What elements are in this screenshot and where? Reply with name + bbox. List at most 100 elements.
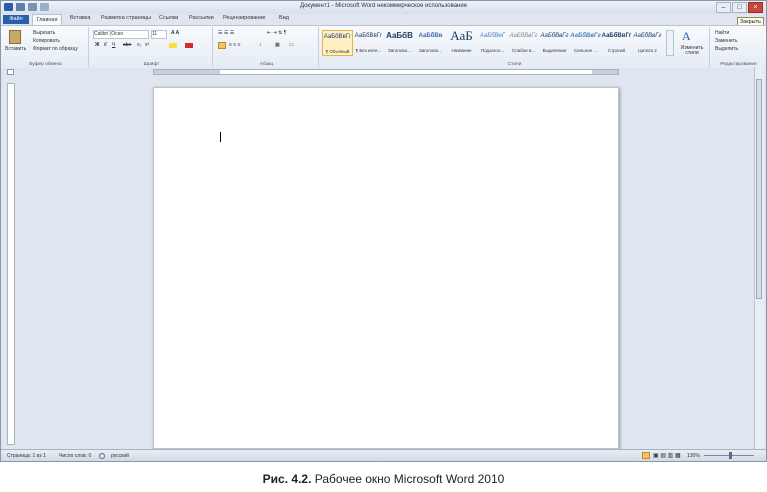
style-label: Строгий <box>608 48 625 53</box>
style-emphasis[interactable]: АаБбВвГг Выделение <box>539 30 570 56</box>
clipboard-group-label: Буфер обмена <box>29 62 62 67</box>
style-sample: АаБбВвГг <box>601 33 632 39</box>
grow-font-icon[interactable]: A A <box>171 30 179 36</box>
proofing-icon[interactable] <box>99 453 105 459</box>
paste-icon[interactable] <box>9 30 21 44</box>
style-strong[interactable]: АаБбВвГг Строгий <box>601 30 632 56</box>
style-normal[interactable]: АаБбВвГг ¶ Обычный <box>322 30 353 56</box>
font-size-select[interactable]: 11 <box>151 30 167 39</box>
style-subtle-emphasis[interactable]: АаБбВвГг Слабое в... <box>508 30 539 56</box>
tab-home[interactable]: Главная <box>32 14 62 25</box>
zoom-level[interactable]: 130% <box>687 453 700 459</box>
word-count[interactable]: Число слов: 0 <box>59 453 91 459</box>
tab-page-layout[interactable]: Разметка страницы <box>101 15 151 21</box>
close-button[interactable]: × <box>748 2 763 13</box>
styles-group: АаБбВвГг ¶ Обычный АаБбВвГг ¶ Без инте..… <box>320 27 710 67</box>
vertical-scrollbar[interactable] <box>754 67 764 455</box>
tab-selector-icon[interactable] <box>7 69 14 75</box>
borders-icon[interactable]: ▭ <box>289 42 294 48</box>
tab-review[interactable]: Рецензирование <box>223 15 265 21</box>
indent-icon[interactable]: ⇤ ⇥ ⇅ ¶ <box>267 30 286 36</box>
style-label: ¶ Без инте... <box>355 48 382 53</box>
window-title: Документ1 - Microsoft Word некоммерческо… <box>299 3 468 9</box>
font-color-icon[interactable] <box>185 43 193 48</box>
style-label: Сильное ... <box>573 48 598 53</box>
zoom-slider-thumb[interactable] <box>729 452 732 459</box>
strikethrough-button[interactable]: abe <box>123 42 131 48</box>
select-button[interactable]: Выделить <box>715 46 738 52</box>
align-left-icon[interactable] <box>218 42 226 49</box>
minimize-button[interactable]: – <box>716 2 731 13</box>
line-spacing-icon[interactable]: ↕ <box>259 42 262 48</box>
page-count[interactable]: Страница: 1 из 1 <box>7 453 46 459</box>
style-sample: АаБбВвГг <box>323 34 352 40</box>
style-intense-emphasis[interactable]: АаБбВвГг Сильное ... <box>570 30 601 56</box>
view-buttons-icon[interactable]: ▣ ▤ ▥ ▦ <box>653 452 681 459</box>
style-label: Заголово... <box>419 48 442 53</box>
style-quote-2[interactable]: АаБбВвГг Цитата 2 <box>632 30 663 56</box>
language-indicator[interactable]: русский <box>111 453 129 459</box>
ribbon-tabs: Файл Главная Вставка Разметка страницы С… <box>1 14 766 25</box>
underline-button[interactable]: Ч <box>112 42 115 48</box>
style-sample: АаБбВв <box>418 33 443 39</box>
styles-scroll-icon[interactable] <box>666 30 674 56</box>
find-button[interactable]: Найти <box>715 30 729 36</box>
bold-button[interactable]: Ж <box>95 42 100 48</box>
font-group-label: Шрифт <box>143 62 160 67</box>
horizontal-ruler[interactable] <box>153 69 619 75</box>
editing-group: Найти Заменить Выделить Редактирование <box>711 27 766 67</box>
tab-mailings[interactable]: Рассылки <box>189 15 214 21</box>
italic-button[interactable]: К <box>104 42 107 48</box>
change-styles-icon[interactable]: A <box>682 29 691 44</box>
clipboard-group: Вставить Вырезать Копировать Формат по о… <box>3 27 89 67</box>
format-painter-button[interactable]: Формат по образцу <box>33 46 78 52</box>
style-label: Слабое в... <box>511 48 536 53</box>
cut-button[interactable]: Вырезать <box>33 30 55 36</box>
style-sample: АаБбВвГг <box>354 33 383 39</box>
ruler-bar <box>1 68 766 76</box>
paragraph-group-label: Абзац <box>259 62 274 67</box>
style-sample: АаБ <box>450 28 473 43</box>
style-no-spacing[interactable]: АаБбВвГг ¶ Без инте... <box>353 30 384 56</box>
scrollbar-thumb[interactable] <box>756 79 762 299</box>
superscript-button[interactable]: x² <box>145 42 149 48</box>
vertical-ruler[interactable] <box>7 83 15 445</box>
style-label: Цитата 2 <box>638 48 657 53</box>
style-sample: АаБбВвГг <box>509 33 538 39</box>
style-sample: АаБбВеГ <box>479 33 506 39</box>
paste-button-label[interactable]: Вставить <box>5 46 26 52</box>
text-cursor <box>220 132 221 142</box>
style-heading-1[interactable]: АаБбВ Заголово... <box>384 30 415 56</box>
figure-caption-text: Рабочее окно Microsoft Word 2010 <box>311 472 505 486</box>
copy-button[interactable]: Копировать <box>33 38 60 44</box>
bullets-icon[interactable]: ☰ ☰ ☰ <box>218 30 234 36</box>
print-layout-icon[interactable] <box>642 452 650 459</box>
style-sample: АаБбВвГг <box>540 33 569 39</box>
align-center-icon[interactable]: ≡ ≡ ≡ <box>229 42 241 48</box>
subscript-button[interactable]: x₂ <box>137 42 141 48</box>
style-sample: АаБбВ <box>386 31 413 40</box>
ruler-left-margin <box>154 70 220 74</box>
paragraph-group: ☰ ☰ ☰ ⇤ ⇥ ⇅ ¶ ≡ ≡ ≡ ↕ ▦ ▭ Абзац <box>215 27 319 67</box>
shading-icon[interactable]: ▦ <box>275 42 280 48</box>
tab-insert[interactable]: Вставка <box>70 15 90 21</box>
font-name-select[interactable]: Calibri (Осно <box>93 30 149 39</box>
style-label: ¶ Обычный <box>325 49 350 54</box>
highlight-icon[interactable] <box>169 43 177 48</box>
style-title[interactable]: АаБ Название <box>446 28 477 56</box>
tab-view[interactable]: Вид <box>279 15 289 21</box>
style-subtitle[interactable]: АаБбВеГ Подзагол... <box>477 30 508 56</box>
style-label: Выделение <box>542 48 567 53</box>
style-label: Название <box>451 48 472 53</box>
change-styles-button[interactable]: Изменить стили <box>677 46 707 56</box>
style-heading-2[interactable]: АаБбВв Заголово... <box>415 30 446 56</box>
maximize-button[interactable]: □ <box>732 2 747 13</box>
style-label: Заголово... <box>388 48 411 53</box>
replace-button[interactable]: Заменить <box>715 38 737 44</box>
window-controls: – □ × <box>716 2 763 13</box>
document-page[interactable] <box>153 87 619 449</box>
tab-references[interactable]: Ссылки <box>159 15 178 21</box>
word-window: Документ1 - Microsoft Word некоммерческо… <box>0 0 767 462</box>
tab-file[interactable]: Файл <box>3 15 29 24</box>
figure-number: Рис. 4.2. <box>262 472 312 486</box>
